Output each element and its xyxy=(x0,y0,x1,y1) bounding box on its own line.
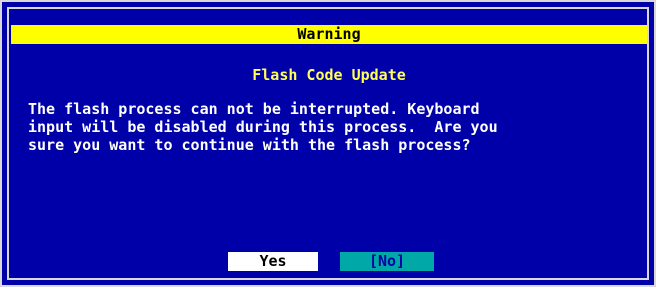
yes-button[interactable]: Yes xyxy=(228,252,318,271)
dialog-subtitle: Flash Code Update xyxy=(252,66,406,84)
dialog-title: Warning xyxy=(11,25,647,44)
message-line-3: sure you want to continue with the flash… xyxy=(28,136,471,154)
no-button[interactable]: [No] xyxy=(340,252,434,271)
message-line-1: The flash process can not be interrupted… xyxy=(28,100,480,118)
message-line-2: input will be disabled during this proce… xyxy=(28,118,498,136)
dialog-message: The flash process can not be interrupted… xyxy=(28,100,638,154)
warning-dialog: Warning Flash Code Update The flash proc… xyxy=(0,0,656,287)
